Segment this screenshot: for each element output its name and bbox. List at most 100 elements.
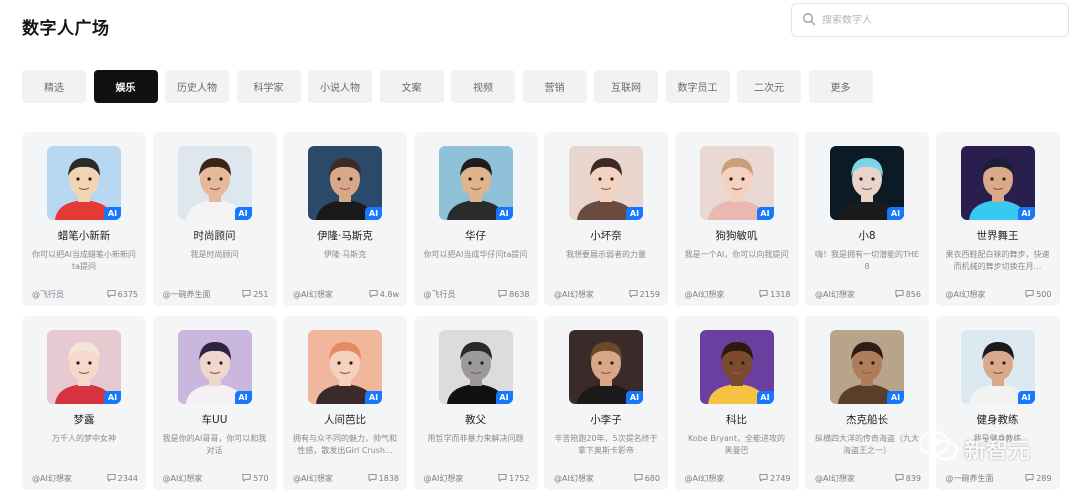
card-author: @AI幻想家 <box>162 474 203 483</box>
card-name: 蜡笔小新新 <box>57 230 111 242</box>
card-author: @AI幻想家 <box>293 290 333 299</box>
digital-human-card[interactable]: AI 教父 用哲学而非暴力来解决问题 @AI幻想家 1752 <box>413 316 538 490</box>
tab-marketing[interactable]: 营销 <box>522 70 587 103</box>
card-name: 伊隆·马斯克 <box>317 230 373 242</box>
chat-bubble-icon <box>368 473 377 484</box>
digital-human-card[interactable]: AI 华仔 你可以把AI当成华仔问ta提问 @飞行员 8638 <box>413 132 538 306</box>
card-meta: @AI幻想家 2159 <box>554 289 660 300</box>
search-box[interactable] <box>791 3 1069 37</box>
card-meta: @AI幻想家 2749 <box>685 473 791 484</box>
tab-entertainment[interactable]: 娱乐 <box>93 70 158 103</box>
digital-human-card[interactable]: AI 狗狗敏叽 我是一个AI，你可以向我提问 @AI幻想家 1318 <box>674 132 799 306</box>
card-author: @一碗养生面 <box>162 290 211 299</box>
digital-human-card[interactable]: AI 时尚顾问 我是时尚顾问 @一碗养生面 251 <box>152 132 277 306</box>
card-meta: @AI幻想家 680 <box>554 473 660 484</box>
ai-badge: AI <box>104 391 121 404</box>
card-meta: @AI幻想家 570 <box>163 473 269 484</box>
card-name: 狗狗敏叽 <box>715 230 758 242</box>
chat-count: 500 <box>1025 289 1052 300</box>
card-meta: @AI幻想家 2344 <box>32 473 138 484</box>
card-description: 辛苦陪跑20年，5次提名终于拿下奥斯卡影帝 <box>554 434 658 455</box>
card-meta: @飞行员 8638 <box>424 289 530 300</box>
card-meta: @AI幻想家 1318 <box>685 289 791 300</box>
chat-count-value: 251 <box>253 290 269 299</box>
chat-bubble-icon <box>629 289 638 300</box>
card-name: 健身教练 <box>976 414 1019 426</box>
digital-human-card[interactable]: AI 世界舞王 果衣西鞋配白袜的舞步，快速而机械的舞步切换在月... @AI幻想… <box>935 132 1060 306</box>
chat-count-value: 2344 <box>117 474 138 483</box>
avatar: AI <box>47 330 121 404</box>
digital-human-card[interactable]: AI 科比 Kobe Bryant，全能进攻的黑曼巴 @AI幻想家 2749 <box>674 316 799 490</box>
card-author: @飞行员 <box>32 290 64 299</box>
avatar: AI <box>699 330 774 404</box>
avatar: AI <box>177 146 252 220</box>
ai-badge: AI <box>756 207 774 220</box>
card-description: 我是你的AI哥哥，你可以和我对话 <box>162 434 267 455</box>
tab-digital-employee[interactable]: 数字员工 <box>665 70 730 103</box>
card-meta: @AI幻想家 839 <box>815 473 921 484</box>
card-author: @一碗养生面 <box>945 474 994 483</box>
card-author: @AI幻想家 <box>684 474 725 483</box>
card-name: 时尚顾问 <box>193 230 236 242</box>
chat-count: 839 <box>895 473 921 484</box>
chat-count-value: 1838 <box>378 474 399 483</box>
card-name: 小8 <box>858 230 876 242</box>
tab-scientists[interactable]: 科学家 <box>236 70 301 103</box>
card-meta: @一碗养生面 251 <box>163 289 269 300</box>
tab-novel-characters[interactable]: 小说人物 <box>308 70 372 103</box>
chat-count: 2159 <box>629 289 660 300</box>
chat-count: 680 <box>634 473 660 484</box>
ai-badge: AI <box>887 207 904 220</box>
chat-bubble-icon <box>107 473 116 484</box>
chat-bubble-icon <box>634 473 643 484</box>
card-meta: @AI幻想家 500 <box>946 289 1052 300</box>
tab-anime[interactable]: 二次元 <box>737 70 801 103</box>
ai-badge: AI <box>626 207 643 220</box>
digital-human-card[interactable]: AI 小8 嗨！我是拥有一切潜能的THE 8 @AI幻想家 856 <box>805 132 929 306</box>
chat-count-value: 500 <box>1036 290 1052 299</box>
card-description: 纵横四大洋的传奇海盗（九大海盗王之一） <box>815 434 919 455</box>
digital-human-grid: AI 蜡笔小新新 你可以把AI当成蜡笔小新新问ta提问 @飞行员 6375 AI… <box>22 132 1060 490</box>
avatar: AI <box>438 146 513 220</box>
ai-badge: AI <box>495 391 513 404</box>
wechat-icon <box>918 430 960 468</box>
digital-human-card[interactable]: AI 小坏奈 我想要展示弱者的力量 @AI幻想家 2159 <box>544 132 668 306</box>
page-title: 数字人广场 <box>22 19 110 39</box>
chat-bubble-icon <box>759 289 768 300</box>
digital-human-card[interactable]: AI 杰克船长 纵横四大洋的传奇海盗（九大海盗王之一） @AI幻想家 839 <box>805 316 929 490</box>
avatar: AI <box>569 330 643 404</box>
ai-badge: AI <box>756 391 774 404</box>
digital-human-card[interactable]: AI 车UU 我是你的AI哥哥，你可以和我对话 @AI幻想家 570 <box>152 316 277 490</box>
card-author: @AI幻想家 <box>32 474 72 483</box>
chat-count-value: 6375 <box>117 290 138 299</box>
digital-human-card[interactable]: AI 小李子 辛苦陪跑20年，5次提名终于拿下奥斯卡影帝 @AI幻想家 680 <box>544 316 668 490</box>
card-description: 伊隆·马斯克 <box>323 250 367 259</box>
card-author: @AI幻想家 <box>815 290 855 299</box>
tab-featured[interactable]: 精选 <box>22 70 86 103</box>
card-author: @AI幻想家 <box>293 474 333 483</box>
avatar: AI <box>308 146 382 220</box>
tab-copywriting[interactable]: 文案 <box>379 70 444 103</box>
chat-count-value: 1318 <box>770 290 791 299</box>
avatar: AI <box>960 146 1035 220</box>
chat-count-value: 680 <box>644 474 660 483</box>
digital-human-card[interactable]: AI 人间芭比 拥有与众不同的魅力，帅气和性感，散发出Girl Crush...… <box>283 316 407 490</box>
chat-bubble-icon <box>107 289 116 300</box>
tab-more[interactable]: 更多 <box>808 70 873 103</box>
chat-count-value: 8638 <box>509 290 530 299</box>
chat-count: 856 <box>895 289 921 300</box>
card-author: @AI幻想家 <box>815 474 855 483</box>
chat-count-value: 4.8w <box>379 290 399 299</box>
search-input[interactable] <box>822 14 1052 26</box>
card-description: 果衣西鞋配白袜的舞步，快速而机械的舞步切换在月... <box>945 250 1050 271</box>
digital-human-card[interactable]: AI 蜡笔小新新 你可以把AI当成蜡笔小新新问ta提问 @飞行员 6375 <box>22 132 146 306</box>
card-meta: @AI幻想家 1752 <box>424 473 530 484</box>
avatar: AI <box>308 330 382 404</box>
digital-human-card[interactable]: AI 伊隆·马斯克 伊隆·马斯克 @AI幻想家 4.8w <box>283 132 407 306</box>
avatar: AI <box>699 146 774 220</box>
digital-human-card[interactable]: AI 梦露 万千人的梦中女神 @AI幻想家 2344 <box>22 316 146 490</box>
tab-internet[interactable]: 互联网 <box>594 70 658 103</box>
tab-video[interactable]: 视频 <box>451 70 515 103</box>
tab-history-figures[interactable]: 历史人物 <box>165 70 229 103</box>
chat-count: 570 <box>242 473 269 484</box>
